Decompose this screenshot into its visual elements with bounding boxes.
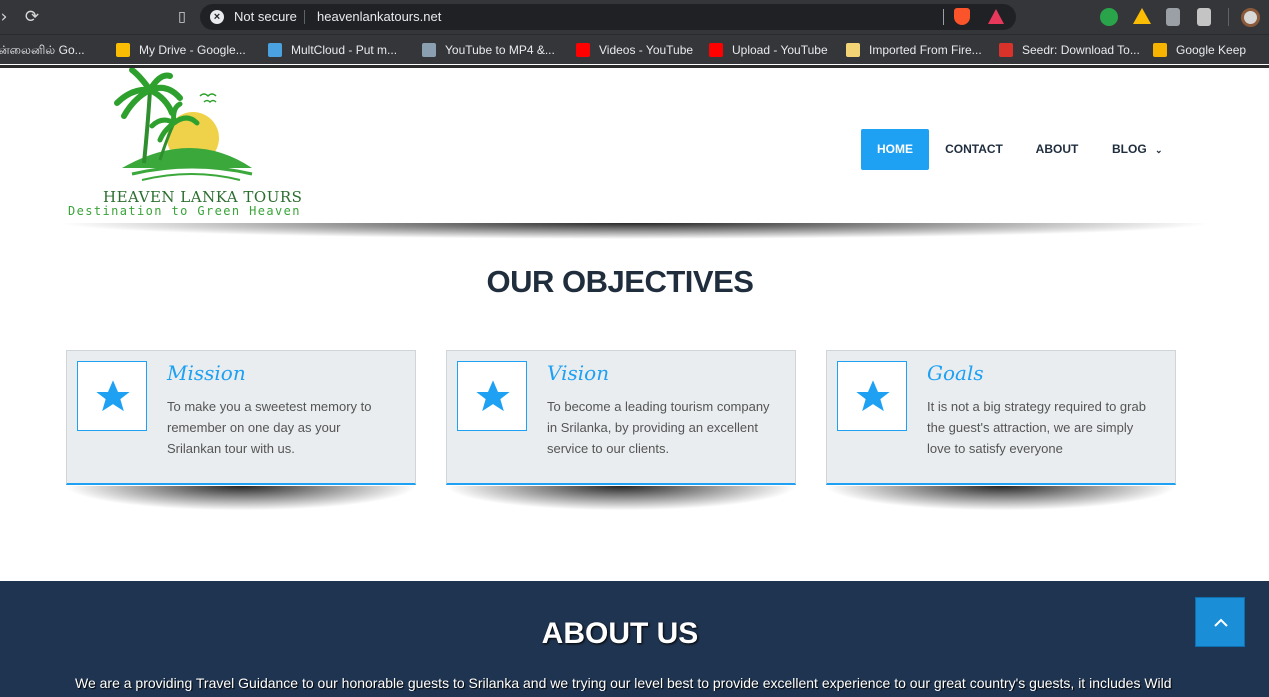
bookmark-item[interactable]: MultCloud - Put m... — [268, 42, 397, 58]
url-separator — [304, 10, 305, 24]
bookmark-item[interactable]: Google Keep — [1153, 42, 1246, 58]
youtube-icon — [576, 43, 590, 57]
extension-icon[interactable] — [1197, 8, 1211, 26]
nav-blog-label: BLOG — [1112, 142, 1147, 156]
chevron-up-icon — [1214, 618, 1228, 627]
bookmark-item[interactable]: YouTube to MP4 &... — [422, 42, 555, 58]
toolbar-divider — [1228, 8, 1229, 26]
objective-card-mission: Mission To make you a sweetest memory to… — [66, 350, 416, 485]
drive-icon — [116, 43, 130, 57]
evernote-icon[interactable] — [1100, 8, 1118, 26]
bookmark-label: My Drive - Google... — [139, 43, 246, 57]
bookmark-label: Seedr: Download To... — [1022, 43, 1140, 57]
converter-icon — [422, 43, 436, 57]
folder-icon — [846, 43, 860, 57]
bookmark-label: Videos - YouTube — [599, 43, 694, 57]
bookmark-label: Imported From Fire... — [869, 43, 982, 57]
bookmark-label: Google Keep — [1176, 43, 1247, 57]
nav-about[interactable]: ABOUT — [1026, 129, 1088, 170]
card-text: To make you a sweetest memory to remembe… — [167, 399, 372, 456]
forward-icon[interactable]: › — [0, 7, 14, 27]
seedr-icon — [999, 43, 1013, 57]
card-icon-box — [77, 361, 147, 431]
bookmark-label: YouTube to MP4 &... — [445, 43, 555, 57]
card-title: Goals — [927, 361, 984, 385]
security-label[interactable]: Not secure — [234, 9, 297, 24]
drive-extension-icon[interactable] — [1133, 8, 1151, 24]
browser-toolbar: › ⟳ ▯ × Not secure heavenlankatours.net — [0, 0, 1269, 34]
about-text: We are a providing Travel Guidance to ou… — [75, 675, 1172, 691]
card-shadow — [66, 486, 416, 544]
star-icon — [476, 380, 510, 412]
nav-contact[interactable]: CONTACT — [936, 129, 1012, 170]
back-to-top-button[interactable] — [1195, 597, 1245, 647]
bookmarks-bar: ன்லைனில் Go... My Drive - Google... MultCl… — [0, 34, 1269, 64]
objective-card-vision: Vision To become a leading tourism compa… — [446, 350, 796, 485]
youtube-icon — [709, 43, 723, 57]
bookmark-item[interactable]: My Drive - Google... — [116, 42, 246, 58]
card-text: It is not a big strategy required to gra… — [927, 399, 1146, 456]
card-icon-box — [457, 361, 527, 431]
card-title: Vision — [547, 361, 610, 385]
brave-shield-icon[interactable] — [954, 8, 970, 25]
card-text: To become a leading tourism company in S… — [547, 399, 770, 456]
objectives-title: OUR OBJECTIVES — [486, 264, 754, 299]
bookmark-item[interactable]: Seedr: Download To... — [999, 42, 1140, 58]
bookmark-icon[interactable]: ▯ — [172, 7, 192, 27]
bookmark-item[interactable]: Imported From Fire... — [846, 42, 982, 58]
bookmark-item[interactable]: Videos - YouTube — [576, 42, 693, 58]
logo-subtitle: Destination to Green Heaven — [68, 204, 301, 218]
about-title: ABOUT US — [541, 617, 699, 650]
extension-icon[interactable] — [1166, 8, 1180, 26]
url-divider — [943, 9, 944, 25]
site-header: HEAVEN LANKA TOURS Destination to Green … — [0, 65, 1269, 223]
chevron-down-icon: ⌄ — [1155, 145, 1163, 155]
cloud-icon — [268, 43, 282, 57]
nav-home[interactable]: HOME — [861, 129, 929, 170]
card-shadow — [826, 486, 1176, 544]
not-secure-icon[interactable]: × — [210, 10, 224, 24]
card-title: Mission — [167, 361, 246, 385]
objective-card-goals: Goals It is not a big strategy required … — [826, 350, 1176, 485]
bookmark-item[interactable]: ன்லைனில் Go... — [0, 42, 85, 58]
keep-icon — [1153, 43, 1167, 57]
bookmark-item[interactable]: Upload - YouTube — [709, 42, 828, 58]
brave-rewards-icon[interactable] — [988, 9, 1004, 24]
star-icon — [856, 380, 890, 412]
header-shadow — [60, 223, 1210, 263]
palm-island-logo-icon — [114, 67, 253, 181]
nav-blog[interactable]: BLOG ⌄ — [1104, 129, 1168, 170]
bookmark-label: ன்லைனில் Go... — [0, 43, 85, 57]
bookmark-label: Upload - YouTube — [732, 43, 828, 57]
card-icon-box — [837, 361, 907, 431]
url-text[interactable]: heavenlankatours.net — [317, 9, 441, 24]
bookmark-label: MultCloud - Put m... — [291, 43, 398, 57]
card-shadow — [446, 486, 796, 544]
address-bar[interactable]: × Not secure heavenlankatours.net — [200, 4, 1016, 30]
profile-avatar[interactable] — [1241, 8, 1260, 27]
about-section: ABOUT US We are a providing Travel Guida… — [0, 581, 1269, 697]
star-icon — [96, 380, 130, 412]
reload-icon[interactable]: ⟳ — [22, 7, 42, 27]
